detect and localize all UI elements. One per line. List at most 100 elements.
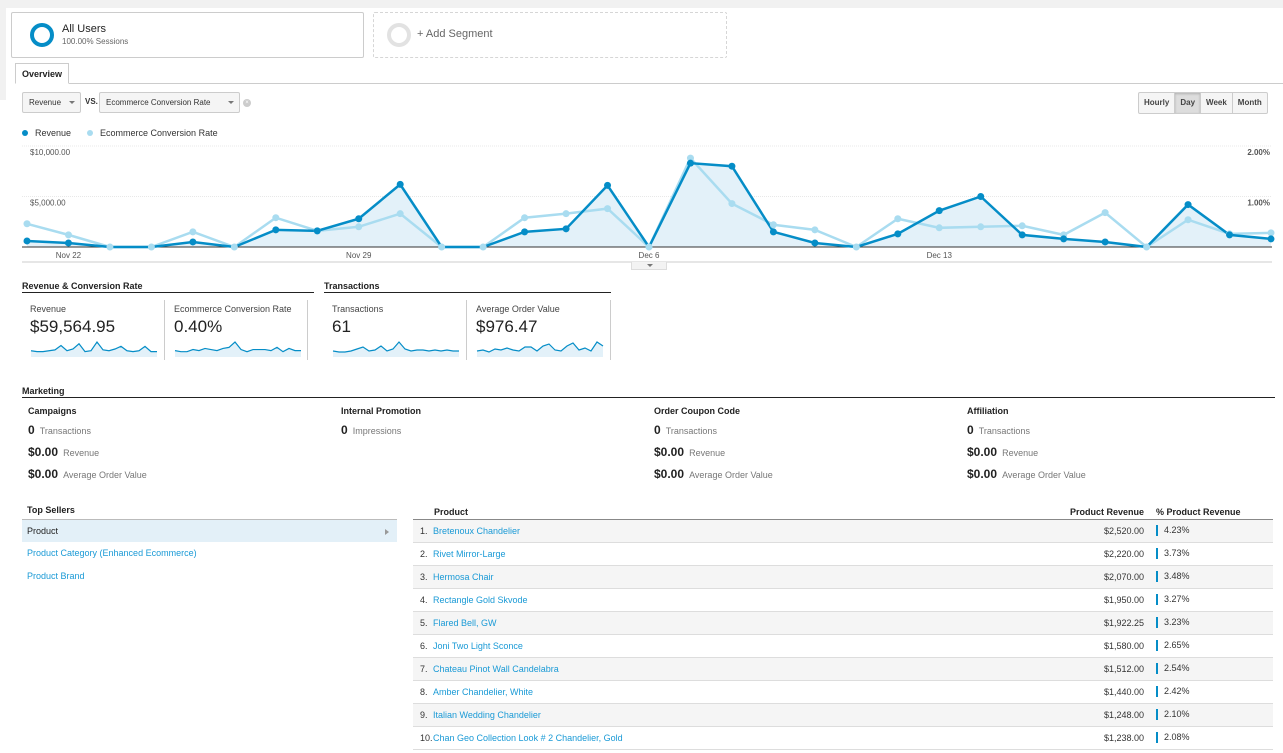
marketing-metric-row: $0.00 Revenue xyxy=(654,445,773,467)
table-row: 9. Italian Wedding Chandelier $1,248.00 2.1… xyxy=(413,703,1273,727)
metric-label: Average Order Value xyxy=(63,470,147,480)
sparkline-area xyxy=(31,342,157,357)
pct-revenue-cell: 2.65% xyxy=(1156,634,1273,658)
line-chart[interactable]: $10,000.00 $5,000.00 2.00% 1.00% Nov 22 Nov 2… xyxy=(0,140,1283,265)
vs-label: VS. xyxy=(85,97,98,106)
product-revenue-cell: $1,922.25 xyxy=(1066,611,1156,635)
pct-bar xyxy=(1156,709,1158,721)
granularity-hourly-button[interactable]: Hourly xyxy=(1139,93,1176,113)
product-link[interactable]: Rectangle Gold Skvode xyxy=(433,588,1066,612)
row-rank: 10. xyxy=(413,726,433,750)
table-row: 10. Chan Geo Collection Look # 2 Chandeli… xyxy=(413,726,1273,750)
metric-value: 0 xyxy=(28,423,35,437)
product-revenue-cell: $2,520.00 xyxy=(1066,519,1156,543)
row-rank: 6. xyxy=(413,634,433,658)
top-sellers-item-product-category[interactable]: Product Category (Enhanced Ecommerce) xyxy=(22,542,397,565)
section-title-transactions: Transactions xyxy=(324,281,611,293)
conversion-point xyxy=(977,223,985,231)
chevron-down-icon xyxy=(69,101,75,104)
granularity-week-button[interactable]: Week xyxy=(1201,93,1233,113)
revenue-area xyxy=(27,163,1271,247)
conversion-point xyxy=(23,220,31,228)
pct-value: 3.73% xyxy=(1164,547,1190,558)
product-link[interactable]: Rivet Mirror-Large xyxy=(433,542,1066,566)
chart-expand-handle[interactable] xyxy=(631,262,667,270)
granularity-day-button[interactable]: Day xyxy=(1175,93,1202,113)
marketing-column-title: Internal Promotion xyxy=(341,406,422,416)
column-header-product[interactable]: Product xyxy=(413,505,1066,520)
table-row: 2. Rivet Mirror-Large $2,220.00 3.73% xyxy=(413,542,1273,566)
product-link[interactable]: Italian Wedding Chandelier xyxy=(433,703,1066,727)
scorecard-label: Ecommerce Conversion Rate xyxy=(174,304,292,314)
conversion-point xyxy=(272,214,280,222)
granularity-month-button[interactable]: Month xyxy=(1233,93,1267,113)
pct-revenue-cell: 2.54% xyxy=(1156,657,1273,681)
revenue-point xyxy=(769,228,777,236)
segment-all-users[interactable]: All Users 100.00% Sessions xyxy=(11,12,364,58)
primary-metric-label: Revenue xyxy=(29,98,62,107)
top-sellers-item-product[interactable]: Product xyxy=(22,519,397,542)
primary-metric-select[interactable]: Revenue xyxy=(22,92,81,113)
metric-label: Revenue xyxy=(689,448,726,458)
pct-value: 3.23% xyxy=(1164,616,1190,627)
report-tabs: Overview xyxy=(15,63,1283,84)
scorecard-revenue[interactable]: Revenue $59,564.95 xyxy=(22,300,165,360)
pct-bar xyxy=(1156,732,1158,744)
pct-value: 4.23% xyxy=(1164,524,1190,535)
conversion-point xyxy=(935,224,943,232)
top-sellers-item-product-brand[interactable]: Product Brand xyxy=(22,565,397,588)
conversion-point xyxy=(147,243,155,251)
marketing-metric-row: 0 Transactions xyxy=(28,423,147,445)
product-revenue-cell: $1,238.00 xyxy=(1066,726,1156,750)
close-circle-icon[interactable]: × xyxy=(243,99,251,107)
conversion-point xyxy=(811,226,819,234)
scorecard-transactions[interactable]: Transactions 61 xyxy=(324,300,467,360)
product-link[interactable]: Joni Two Light Sconce xyxy=(433,634,1066,658)
scorecard-conversion-rate[interactable]: Ecommerce Conversion Rate 0.40% xyxy=(166,300,308,360)
conversion-point xyxy=(396,210,404,218)
pct-revenue-cell: 3.48% xyxy=(1156,565,1273,589)
revenue-point xyxy=(1060,235,1068,243)
pct-value: 2.42% xyxy=(1164,685,1190,696)
revenue-point xyxy=(562,225,570,233)
section-title-marketing: Marketing xyxy=(22,386,1275,398)
revenue-point xyxy=(355,215,363,223)
top-sellers-item-label: Product xyxy=(27,526,59,536)
column-header-product-revenue[interactable]: Product Revenue xyxy=(1066,505,1156,520)
scorecard-value: 0.40% xyxy=(174,317,223,336)
pct-bar xyxy=(1156,525,1158,537)
product-revenue-cell: $2,070.00 xyxy=(1066,565,1156,589)
column-header-pct-product-revenue[interactable]: % Product Revenue xyxy=(1156,505,1273,520)
secondary-metric-select[interactable]: Ecommerce Conversion Rate xyxy=(99,92,240,113)
product-link[interactable]: Flared Bell, GW xyxy=(433,611,1066,635)
conversion-point xyxy=(438,243,446,251)
segment-ring-icon xyxy=(30,23,54,47)
product-link[interactable]: Bretenoux Chandelier xyxy=(433,519,1066,543)
product-link[interactable]: Chan Geo Collection Look # 2 Chandelier,… xyxy=(433,726,1066,750)
marketing-affiliation: Affiliation 0 Transactions $0.00 Revenue… xyxy=(967,406,1086,489)
marketing-order-coupon-code: Order Coupon Code 0 Transactions $0.00 R… xyxy=(654,406,773,489)
scorecard-label: Average Order Value xyxy=(476,304,560,314)
conversion-point xyxy=(604,205,612,213)
metric-value: $0.00 xyxy=(28,467,59,481)
x-axis-tick-label: Dec 13 xyxy=(927,251,953,260)
row-rank: 3. xyxy=(413,565,433,589)
tab-overview[interactable]: Overview xyxy=(15,63,70,84)
x-axis-tick-label: Nov 22 xyxy=(56,251,82,260)
metric-value: 0 xyxy=(967,423,974,437)
add-segment-button[interactable]: + Add Segment xyxy=(373,12,727,58)
pct-revenue-cell: 2.08% xyxy=(1156,726,1273,750)
metric-label: Transactions xyxy=(39,426,91,436)
product-link[interactable]: Chateau Pinot Wall Candelabra xyxy=(433,657,1066,681)
left-axis-tick-label: $10,000.00 xyxy=(30,148,71,157)
marketing-metric-row: 0 Impressions xyxy=(341,423,421,445)
granularity-toggle: Hourly Day Week Month xyxy=(1138,92,1268,114)
revenue-point xyxy=(728,162,736,170)
product-link[interactable]: Hermosa Chair xyxy=(433,565,1066,589)
product-table: Product Product Revenue % Product Revenu… xyxy=(413,505,1273,750)
metric-label: Average Order Value xyxy=(1002,470,1086,480)
conversion-point xyxy=(230,243,238,251)
x-axis-tick-label: Dec 6 xyxy=(639,251,660,260)
scorecard-average-order-value[interactable]: Average Order Value $976.47 xyxy=(468,300,611,360)
product-link[interactable]: Amber Chandelier, White xyxy=(433,680,1066,704)
